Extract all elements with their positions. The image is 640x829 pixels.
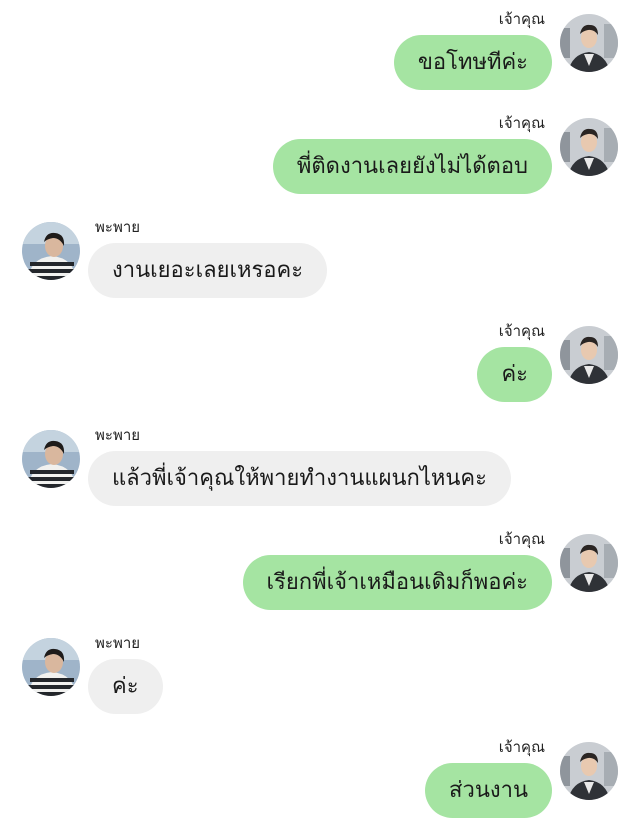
avatar-me[interactable] bbox=[560, 14, 618, 72]
sender-name: เจ้าคุณ bbox=[498, 530, 545, 548]
sender-name: พะพาย bbox=[95, 426, 141, 444]
avatar-person-striped-sweater-icon bbox=[22, 222, 80, 280]
avatar-other[interactable] bbox=[22, 638, 80, 696]
incoming-bubble[interactable]: งานเยอะเลยเหรอคะ bbox=[88, 243, 328, 298]
avatar-man-suit-icon bbox=[560, 326, 618, 384]
avatar-man-suit-icon bbox=[560, 118, 618, 176]
avatar-me[interactable] bbox=[560, 118, 618, 176]
sender-name: เจ้าคุณ bbox=[498, 322, 545, 340]
sender-name: พะพาย bbox=[95, 634, 141, 652]
sender-name: เจ้าคุณ bbox=[498, 738, 545, 756]
avatar-me[interactable] bbox=[560, 534, 618, 592]
sender-name: เจ้าคุณ bbox=[498, 114, 545, 132]
outgoing-bubble[interactable]: เรียกพี่เจ้าเหมือนเดิมก็พอค่ะ bbox=[242, 555, 552, 610]
avatar-me[interactable] bbox=[560, 326, 618, 384]
avatar-man-suit-icon bbox=[560, 534, 618, 592]
outgoing-bubble[interactable]: พี่ติดงานเลยยังไม่ได้ตอบ bbox=[272, 139, 552, 194]
incoming-bubble[interactable]: ค่ะ bbox=[88, 659, 163, 714]
avatar-person-striped-sweater-icon bbox=[22, 638, 80, 696]
avatar-man-suit-icon bbox=[560, 742, 618, 800]
incoming-bubble[interactable]: แล้วพี่เจ้าคุณให้พายทำงานแผนกไหนคะ bbox=[88, 451, 511, 506]
avatar-person-striped-sweater-icon bbox=[22, 430, 80, 488]
sender-name: พะพาย bbox=[95, 218, 141, 236]
outgoing-bubble[interactable]: ส่วนงาน bbox=[425, 763, 552, 818]
outgoing-bubble[interactable]: ค่ะ bbox=[477, 347, 552, 402]
chat-thread: เจ้าคุณ ขอโทษทีค่ะ เจ้าคุณ พี่ติดงานเลยย… bbox=[0, 0, 640, 829]
avatar-me[interactable] bbox=[560, 742, 618, 800]
avatar-man-suit-icon bbox=[560, 14, 618, 72]
avatar-other[interactable] bbox=[22, 430, 80, 488]
sender-name: เจ้าคุณ bbox=[498, 10, 545, 28]
avatar-other[interactable] bbox=[22, 222, 80, 280]
outgoing-bubble[interactable]: ขอโทษทีค่ะ bbox=[393, 35, 552, 90]
